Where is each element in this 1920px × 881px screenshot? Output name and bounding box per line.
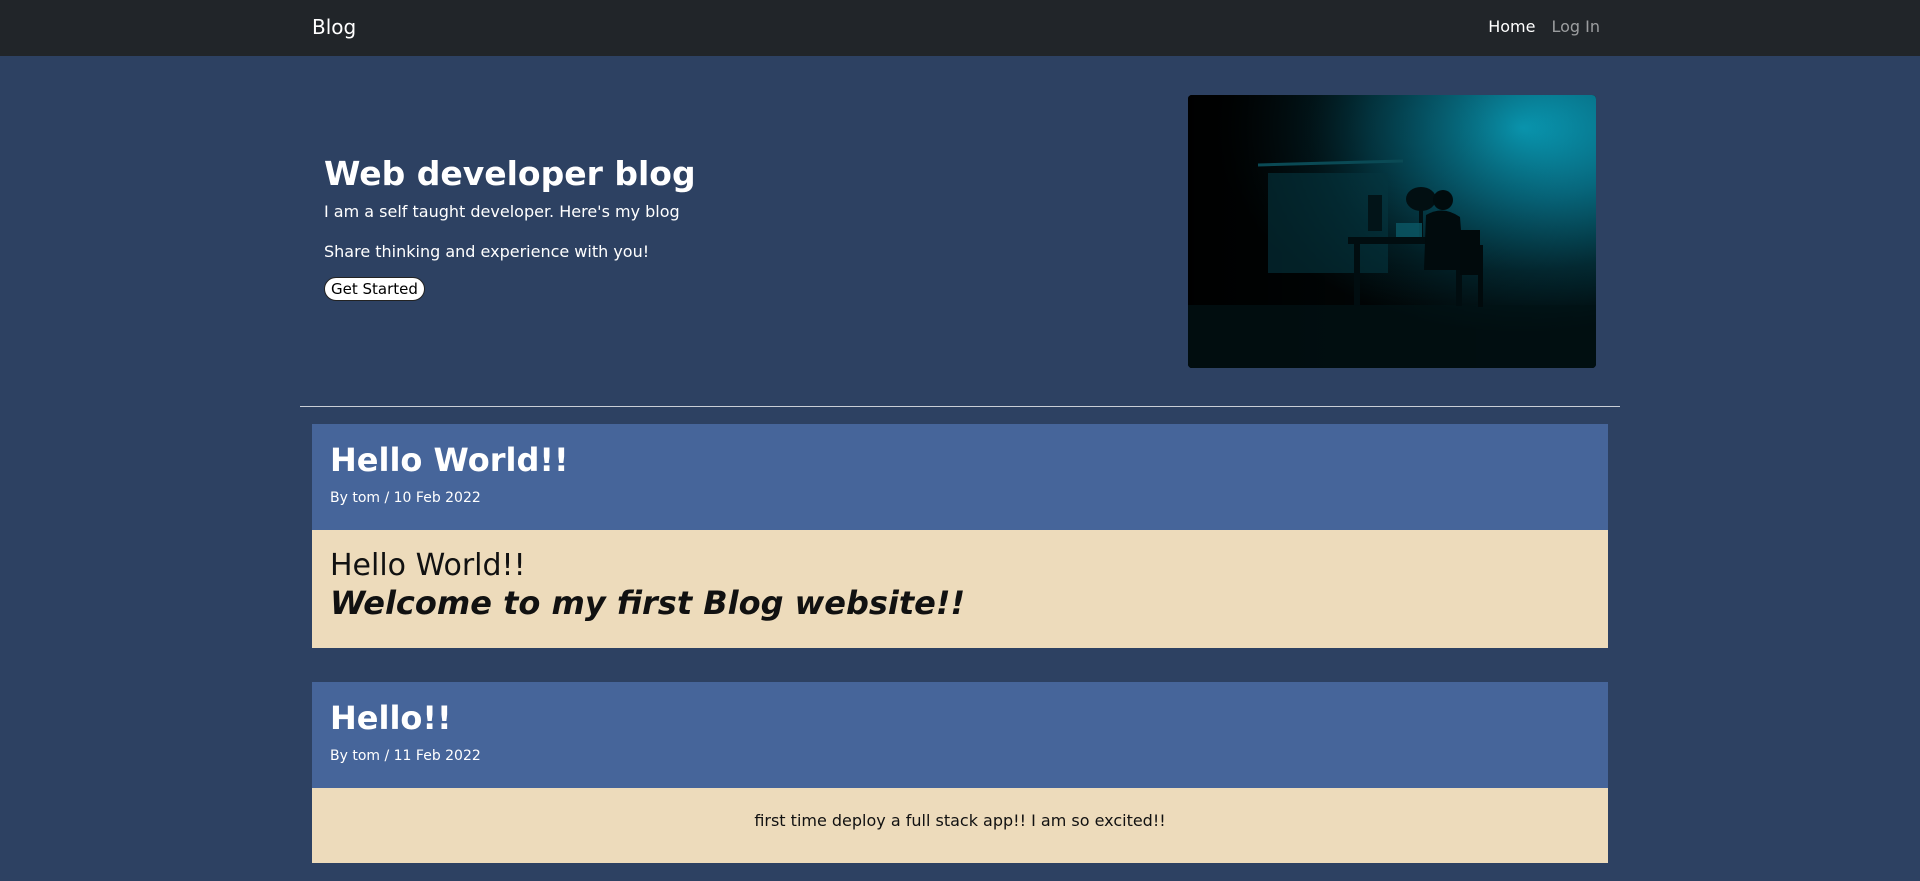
post-body-heading: Hello World!!	[330, 548, 526, 583]
hero-lead: I am a self taught developer. Here's my …	[324, 202, 680, 221]
nav-links: Home Log In	[1488, 17, 1600, 36]
post-body-text: first time deploy a full stack app!! I a…	[754, 811, 1166, 830]
post-title[interactable]: Hello!!	[330, 698, 452, 738]
hero-title: Web developer blog	[324, 154, 696, 193]
post-meta: By tom / 10 Feb 2022	[330, 490, 481, 506]
developer-at-desk-photo-icon	[1188, 95, 1596, 368]
hero-image	[1188, 95, 1596, 368]
post-body: first time deploy a full stack app!! I a…	[312, 788, 1608, 863]
post-title[interactable]: Hello World!!	[330, 440, 569, 480]
post-body-emphasis: Welcome to my first Blog website!!	[330, 584, 966, 622]
hero-subtext: Share thinking and experience with you!	[324, 242, 650, 261]
navbar: Blog Home Log In	[0, 0, 1920, 56]
nav-link-login[interactable]: Log In	[1551, 17, 1600, 36]
post-card: Hello World!! By tom / 10 Feb 2022 Hello…	[312, 424, 1608, 648]
post-header: Hello!! By tom / 11 Feb 2022	[312, 682, 1608, 788]
brand-link[interactable]: Blog	[312, 15, 356, 39]
post-card: Hello!! By tom / 11 Feb 2022 first time …	[312, 682, 1608, 863]
post-meta: By tom / 11 Feb 2022	[330, 748, 481, 764]
get-started-button[interactable]: Get Started	[324, 277, 425, 301]
nav-link-home[interactable]: Home	[1488, 17, 1535, 36]
hero-section: Web developer blog I am a self taught de…	[324, 150, 1024, 301]
post-header: Hello World!! By tom / 10 Feb 2022	[312, 424, 1608, 530]
post-body: Hello World!! Welcome to my first Blog w…	[312, 530, 1608, 648]
hero-divider	[300, 406, 1620, 407]
